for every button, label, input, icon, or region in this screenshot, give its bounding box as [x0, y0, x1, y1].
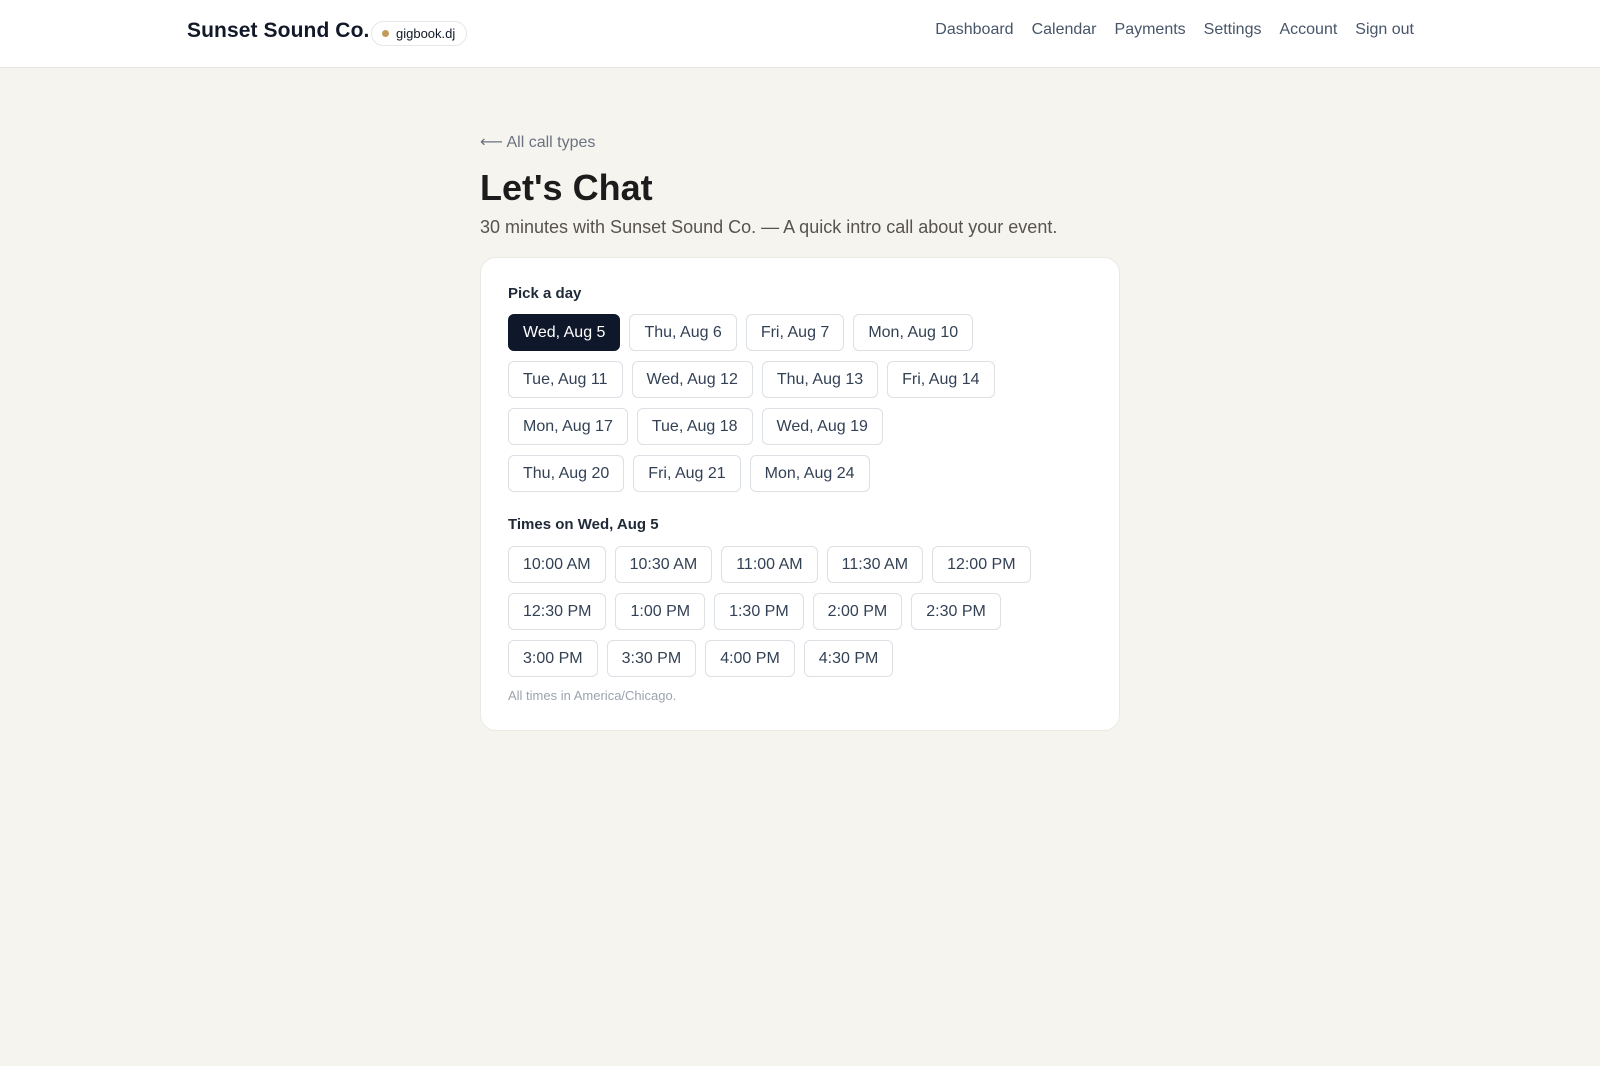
day-option[interactable]: Fri, Aug 7: [745, 314, 845, 351]
day-option[interactable]: Mon, Aug 10: [853, 314, 974, 351]
time-slot-option[interactable]: 12:30 PM: [508, 593, 607, 630]
time-slot-option[interactable]: 4:00 PM: [705, 640, 795, 677]
domain-badge: gigbook.dj: [371, 21, 468, 46]
top-bar: Sunset Sound Co. gigbook.dj Dashboard Ca…: [0, 0, 1600, 68]
page-subtitle: 30 minutes with Sunset Sound Co. — A qui…: [480, 217, 1058, 237]
main-nav: Dashboard Calendar Payments Settings Acc…: [935, 21, 1414, 39]
brand-name[interactable]: Sunset Sound Co.: [187, 19, 369, 43]
status-dot-icon: [382, 30, 389, 37]
page-title: Let's Chat: [480, 167, 653, 208]
timezone-note: All times in America/Chicago.: [508, 688, 677, 703]
nav-sign-out[interactable]: Sign out: [1355, 21, 1414, 39]
day-option[interactable]: Wed, Aug 12: [631, 361, 753, 398]
time-slot-option[interactable]: 1:30 PM: [714, 593, 804, 630]
day-option[interactable]: Fri, Aug 21: [633, 455, 741, 492]
time-slot-option[interactable]: 3:30 PM: [606, 640, 697, 677]
time-slot-option[interactable]: 4:30 PM: [803, 640, 894, 677]
time-slot-option[interactable]: 2:00 PM: [812, 593, 903, 630]
nav-payments[interactable]: Payments: [1115, 21, 1186, 39]
main-content: ⟵ All call types Let's Chat 30 minutes w…: [480, 132, 1120, 731]
times-label: Times on Wed, Aug 5: [508, 516, 659, 533]
pick-day-label: Pick a day: [508, 285, 582, 302]
nav-calendar[interactable]: Calendar: [1032, 21, 1097, 39]
day-option[interactable]: Thu, Aug 20: [508, 455, 625, 492]
day-option[interactable]: Wed, Aug 5: [508, 314, 621, 351]
time-slot-option[interactable]: 11:30 AM: [826, 546, 924, 583]
time-slot-option[interactable]: 1:00 PM: [615, 593, 706, 630]
day-option[interactable]: Fri, Aug 14: [887, 361, 995, 398]
day-option[interactable]: Tue, Aug 11: [508, 361, 623, 398]
day-picker: Wed, Aug 5 Thu, Aug 6 Fri, Aug 7 Mon, Aug 1…: [508, 314, 1008, 492]
nav-account[interactable]: Account: [1279, 21, 1337, 39]
time-slot-option[interactable]: 12:00 PM: [932, 546, 1031, 583]
domain-badge-label: gigbook.dj: [396, 26, 456, 41]
nav-settings[interactable]: Settings: [1204, 21, 1262, 39]
day-option[interactable]: Thu, Aug 6: [629, 314, 737, 351]
time-slot-option[interactable]: 10:30 AM: [614, 546, 713, 583]
day-option[interactable]: Thu, Aug 13: [761, 361, 879, 398]
time-slot-option[interactable]: 2:30 PM: [911, 593, 1001, 630]
day-option[interactable]: Wed, Aug 19: [761, 408, 883, 445]
booking-card: Pick a day Wed, Aug 5 Thu, Aug 6 Fri, Aug …: [480, 257, 1120, 731]
day-option[interactable]: Mon, Aug 17: [508, 408, 628, 445]
back-to-call-types-link[interactable]: ⟵ All call types: [480, 132, 595, 152]
time-slot-option[interactable]: 11:00 AM: [721, 546, 818, 583]
day-option[interactable]: Mon, Aug 24: [749, 455, 870, 492]
time-slot-option[interactable]: 10:00 AM: [508, 546, 606, 583]
day-option[interactable]: Tue, Aug 18: [636, 408, 753, 445]
nav-dashboard[interactable]: Dashboard: [935, 21, 1013, 39]
time-picker: 10:00 AM 10:30 AM 11:00 AM 11:30 AM 12:00 PM…: [508, 546, 1068, 677]
time-slot-option[interactable]: 3:00 PM: [508, 640, 598, 677]
